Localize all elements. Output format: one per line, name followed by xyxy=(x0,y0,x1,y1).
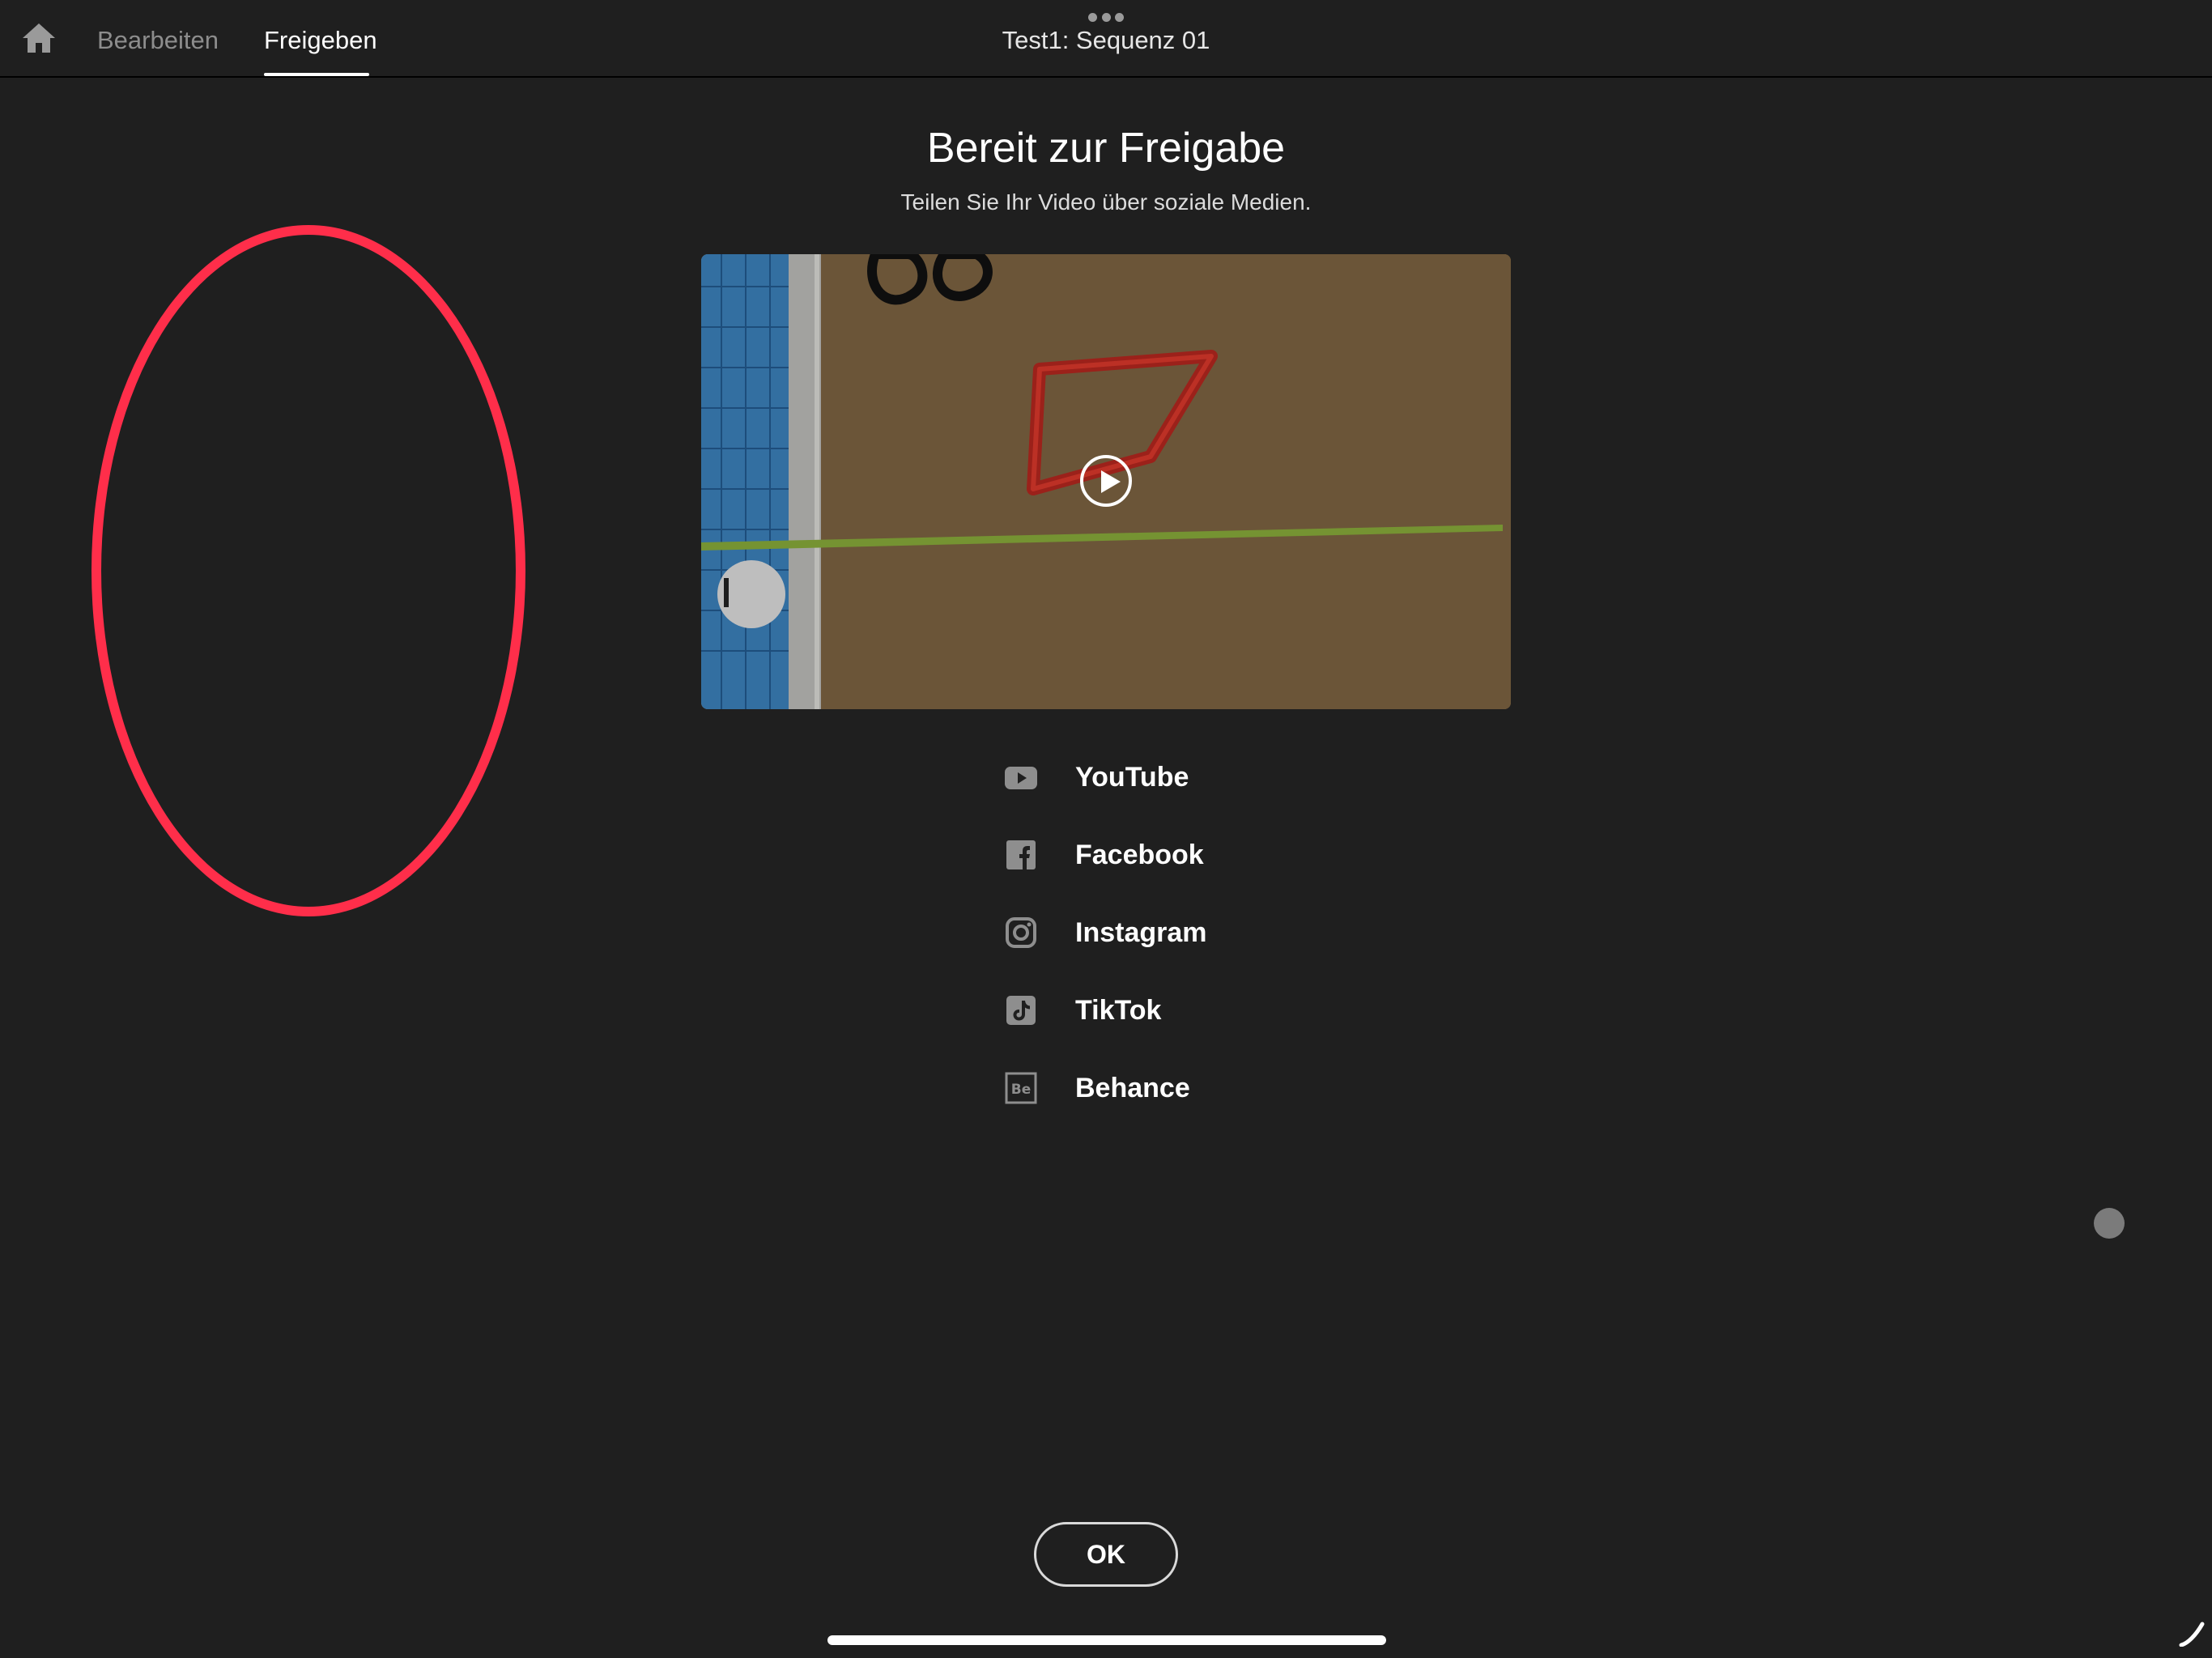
share-facebook[interactable]: Facebook xyxy=(999,823,1323,887)
page-title: Bereit zur Freigabe xyxy=(926,125,1286,172)
active-tab-indicator xyxy=(264,73,369,76)
ellipsis-icon[interactable] xyxy=(1088,13,1124,23)
assistive-touch-dot[interactable] xyxy=(2094,1208,2125,1239)
share-tiktok[interactable]: TikTok xyxy=(999,978,1323,1043)
top-bar: Bearbeiten Freigeben Test1: Sequenz 01 xyxy=(0,0,2212,78)
dot xyxy=(1115,13,1124,22)
dot xyxy=(1101,13,1111,22)
behance-icon: Be xyxy=(1004,1071,1038,1105)
share-label-tiktok: TikTok xyxy=(1075,994,1162,1026)
youtube-icon xyxy=(1004,760,1038,794)
annotation-ellipse xyxy=(91,225,525,916)
pencil-handle-icon xyxy=(2179,1622,2205,1647)
ok-button[interactable]: OK xyxy=(1034,1522,1178,1587)
video-preview[interactable] xyxy=(701,254,1511,709)
share-label-facebook: Facebook xyxy=(1075,839,1204,870)
document-title: Test1: Sequenz 01 xyxy=(1002,26,1210,54)
share-label-youtube: YouTube xyxy=(1075,761,1189,793)
tab-freigeben[interactable]: Freigeben xyxy=(264,24,377,57)
page-subtitle: Teilen Sie Ihr Video über soziale Medien… xyxy=(900,189,1312,215)
share-behance[interactable]: Be Behance xyxy=(999,1056,1323,1120)
share-label-behance: Behance xyxy=(1075,1072,1190,1103)
facebook-icon xyxy=(1004,838,1038,872)
play-icon[interactable] xyxy=(1080,455,1132,507)
home-indicator[interactable] xyxy=(827,1635,1386,1645)
tiktok-icon xyxy=(1004,993,1038,1027)
home-icon[interactable] xyxy=(22,23,56,53)
share-screen: Bearbeiten Freigeben Test1: Sequenz 01 B… xyxy=(0,0,2212,1658)
dot xyxy=(1088,13,1097,22)
svg-text:Be: Be xyxy=(1011,1082,1032,1098)
instagram-icon xyxy=(1004,916,1038,950)
share-instagram[interactable]: Instagram xyxy=(999,900,1323,965)
tab-bearbeiten[interactable]: Bearbeiten xyxy=(97,24,219,57)
share-label-instagram: Instagram xyxy=(1075,916,1207,948)
share-youtube[interactable]: YouTube xyxy=(999,745,1323,810)
